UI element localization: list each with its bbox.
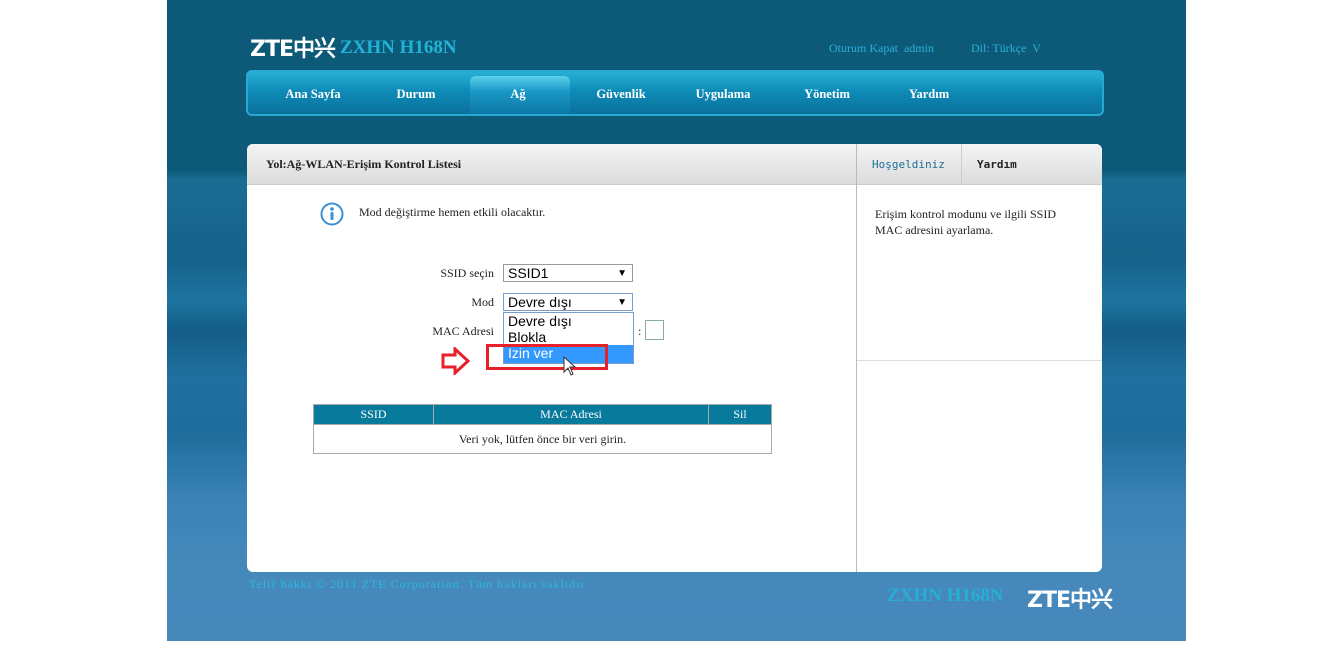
highlight-box (486, 344, 608, 370)
acl-table: SSID MAC Adresi Sil Veri yok, lütfen önce … (313, 404, 772, 454)
logout-link[interactable]: Oturum Kapat admin (829, 41, 934, 56)
tab-guvenlik[interactable]: Güvenlik (571, 87, 671, 102)
arrow-right-icon (441, 347, 471, 375)
copyright: Telif hakkı © 2011 ZTE Corporation. Tüm … (249, 577, 589, 591)
ssid-label: SSID seçin (440, 266, 494, 280)
mode-select[interactable]: Devre dışı ▼ (503, 293, 633, 311)
option-blokla[interactable]: Blokla (504, 329, 633, 345)
col-ssid: SSID (313, 404, 434, 425)
chevron-down-icon: V (1032, 41, 1041, 55)
cursor-icon (563, 356, 577, 376)
content-panel: Yol:Ağ-WLAN-Erişim Kontrol Listesi Hoşge… (247, 144, 1102, 572)
mac-separator: : (638, 324, 642, 338)
tab-yardim[interactable]: Yardım (879, 87, 979, 102)
dropdown-arrow-icon: ▼ (617, 297, 627, 308)
tab-help[interactable]: Yardım (977, 158, 1017, 171)
divider (857, 360, 1102, 361)
tab-ana-sayfa[interactable]: Ana Sayfa (263, 87, 363, 102)
empty-message: Veri yok, lütfen önce bir veri girin. (313, 424, 772, 454)
tab-yonetim[interactable]: Yönetim (777, 87, 877, 102)
tab-ag[interactable]: Ağ (468, 87, 568, 102)
info-icon (320, 202, 344, 226)
zte-logo: ZTE中兴 (250, 37, 336, 62)
ssid-select[interactable]: SSID1 ▼ (503, 264, 633, 282)
username: admin (903, 41, 934, 55)
mac-label: MAC Adresi (432, 324, 494, 338)
footer-zte-logo: ZTE中兴 (1027, 588, 1113, 613)
tab-durum[interactable]: Durum (366, 87, 466, 102)
main-nav: Ana Sayfa Durum Ağ Güvenlik Uygulama Yön… (246, 70, 1104, 116)
mode-value: Devre dışı (508, 294, 572, 310)
divider (856, 144, 857, 572)
breadcrumb: Yol:Ağ-WLAN-Erişim Kontrol Listesi (266, 157, 462, 171)
divider (961, 144, 962, 184)
col-delete: Sil (708, 404, 772, 425)
tab-welcome[interactable]: Hoşgeldiniz (872, 158, 945, 171)
help-text: Erişim kontrol modunu ve ilgili SSID MAC… (875, 207, 1057, 237)
mode-label: Mod (471, 295, 494, 309)
logout-label[interactable]: Oturum Kapat (829, 41, 898, 55)
tab-uygulama[interactable]: Uygulama (673, 87, 773, 102)
mac-input[interactable] (645, 320, 664, 340)
option-devre-disi[interactable]: Devre dışı (504, 313, 633, 329)
language-select[interactable]: Dil: Türkçe V (971, 41, 1041, 56)
footer-model: ZXHN H168N (887, 585, 1004, 606)
model-title: ZXHN H168N (340, 37, 457, 58)
ssid-value: SSID1 (508, 265, 549, 281)
language-label: Dil: Türkçe (971, 41, 1027, 55)
col-mac: MAC Adresi (433, 404, 709, 425)
info-message: Mod değiştirme hemen etkili olacaktır. (359, 205, 546, 219)
dropdown-arrow-icon: ▼ (617, 268, 627, 279)
